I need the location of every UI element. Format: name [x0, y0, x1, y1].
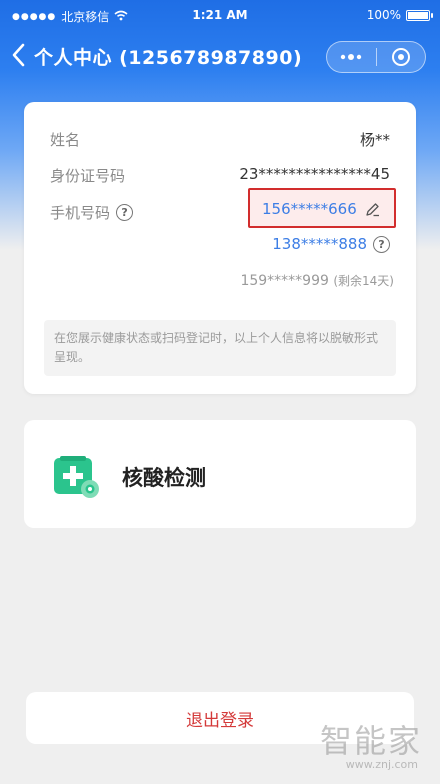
- navigation-bar: 个人中心 (125678987890): [0, 34, 440, 78]
- personal-info-card: 姓名 杨** 身份证号码 23***************45 手机号码 ? …: [24, 102, 416, 394]
- tertiary-phone-remaining: (剩余14天): [333, 274, 394, 288]
- chevron-left-icon: [12, 43, 25, 67]
- battery-icon: [406, 9, 433, 21]
- logout-label: 退出登录: [186, 710, 254, 731]
- privacy-notice: 在您展示健康状态或扫码登记时，以上个人信息将以脱敏形式呈现。: [44, 320, 396, 376]
- id-row: 身份证号码 23***************45: [24, 162, 416, 188]
- tertiary-phone: 159*****999 (剩余14天): [240, 272, 394, 289]
- edit-pencil-icon: [366, 202, 379, 216]
- record-ring-icon: [391, 48, 410, 66]
- watermark-text: 智能家: [319, 722, 422, 760]
- back-button[interactable]: [10, 42, 32, 70]
- phone-label: 手机号码: [50, 204, 111, 222]
- secondary-phone-number: 138*****888: [272, 235, 367, 253]
- battery-percent: 100%: [366, 8, 401, 22]
- site-watermark: 智能家 www.znj.com: [318, 716, 428, 778]
- id-value: 23***************45: [239, 165, 390, 183]
- help-icon[interactable]: ?: [116, 204, 134, 221]
- secondary-phone: 138*****888 ?: [272, 235, 390, 253]
- status-bar: ●●●●● 北京移信 1:21 AM 100%: [0, 0, 440, 30]
- name-label: 姓名: [50, 131, 81, 149]
- nucleic-test-icon: [54, 456, 99, 498]
- edit-primary-phone-button[interactable]: 156*****666: [262, 200, 380, 218]
- name-row: 姓名 杨**: [24, 126, 416, 152]
- mini-program-capsule: [326, 41, 426, 73]
- battery-fill: [408, 11, 428, 19]
- watermark-url: www.znj.com: [345, 758, 418, 771]
- more-button[interactable]: [327, 42, 376, 72]
- id-label: 身份证号码: [50, 167, 126, 185]
- nucleic-test-label: 核酸检测: [122, 466, 206, 490]
- primary-phone-number: 156*****666: [262, 200, 357, 218]
- tertiary-phone-number: 159*****999: [240, 273, 329, 289]
- phone-label-group: 手机号码 ?: [50, 202, 134, 223]
- name-value: 杨**: [359, 131, 390, 149]
- more-dots-icon: [341, 54, 362, 60]
- close-mini-program-button[interactable]: [376, 42, 425, 72]
- status-bar-right: 100%: [366, 8, 433, 22]
- help-icon[interactable]: ?: [373, 235, 390, 253]
- page-title: 个人中心 (125678987890): [34, 47, 303, 69]
- nucleic-test-card[interactable]: 核酸检测: [24, 420, 416, 528]
